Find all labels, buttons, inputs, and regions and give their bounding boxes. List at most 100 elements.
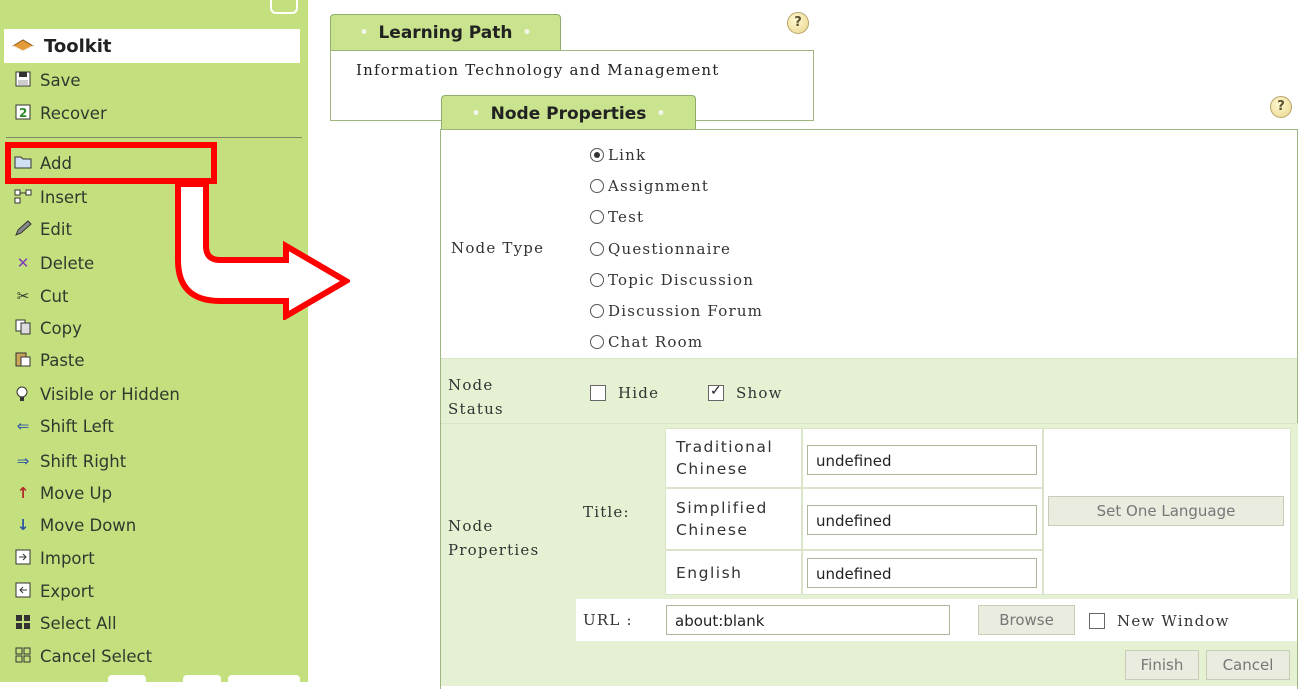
- browse-button[interactable]: Browse: [978, 605, 1075, 635]
- hide-checkbox-box[interactable]: [590, 385, 606, 401]
- copy-label: Copy: [40, 318, 82, 338]
- traditional-label-line2: Chinese: [676, 460, 749, 478]
- learning-path-help-icon[interactable]: ?: [787, 12, 809, 34]
- select-all-icon: [14, 614, 32, 632]
- show-label: Show: [736, 384, 783, 402]
- recover-label: Recover: [40, 103, 107, 123]
- shift-left-label: Shift Left: [40, 416, 114, 436]
- simplified-chinese-label: Simplified Chinese: [676, 497, 768, 541]
- copy-icon: [14, 319, 32, 337]
- radio-circle[interactable]: [590, 148, 604, 162]
- url-label: URL :: [583, 611, 633, 629]
- sidebar-top-handle[interactable]: [270, 0, 298, 14]
- cut-button[interactable]: ✂ Cut: [14, 282, 69, 310]
- tab-bullet-right: •: [656, 105, 666, 122]
- radio-questionnaire[interactable]: Questionnaire: [590, 240, 731, 258]
- sidebar-bottom-tab-3[interactable]: [228, 675, 300, 685]
- toolkit-books-icon: [12, 39, 34, 52]
- radio-chat-room-label: Chat Room: [608, 333, 704, 351]
- add-highlight-box: [5, 142, 217, 184]
- tab-node-properties[interactable]: • Node Properties •: [441, 95, 696, 131]
- radio-circle[interactable]: [590, 210, 604, 224]
- radio-discussion-forum[interactable]: Discussion Forum: [590, 302, 763, 320]
- title-traditional-input[interactable]: undefined: [807, 445, 1037, 475]
- insert-button[interactable]: Insert: [14, 183, 87, 211]
- url-input[interactable]: about:blank: [666, 605, 950, 635]
- cut-label: Cut: [40, 286, 69, 306]
- shift-right-button[interactable]: ⇒ Shift Right: [14, 447, 127, 475]
- simplified-label-line2: Chinese: [676, 521, 749, 539]
- simplified-label-line1: Simplified: [676, 499, 768, 517]
- save-button[interactable]: Save: [14, 66, 81, 94]
- recover-button[interactable]: 2 Recover: [14, 99, 107, 127]
- new-window-checkbox[interactable]: New Window: [1089, 612, 1230, 630]
- floppy-disk-icon: [14, 71, 32, 89]
- export-icon: [14, 582, 32, 600]
- radio-circle[interactable]: [590, 179, 604, 193]
- english-label: English: [676, 564, 743, 582]
- radio-circle[interactable]: [590, 335, 604, 349]
- traditional-label-line1: Traditional: [676, 438, 774, 456]
- arrow-down-icon: ↓: [16, 516, 30, 534]
- delete-button[interactable]: ✕ Delete: [14, 249, 95, 277]
- radio-test[interactable]: Test: [590, 208, 644, 226]
- title-english-input[interactable]: undefined: [807, 558, 1037, 588]
- select-all-button[interactable]: Select All: [14, 609, 117, 637]
- tab-learning-path[interactable]: • Learning Path •: [330, 14, 561, 50]
- hide-checkbox[interactable]: Hide: [590, 384, 659, 402]
- course-name: Information Technology and Management: [356, 61, 720, 79]
- delete-label: Delete: [40, 253, 95, 273]
- set-one-language-button[interactable]: Set One Language: [1048, 496, 1284, 526]
- row-divider: [441, 358, 1297, 359]
- radio-questionnaire-label: Questionnaire: [608, 240, 732, 258]
- export-label: Export: [40, 581, 95, 601]
- radio-link-label: Link: [608, 146, 647, 164]
- radio-circle[interactable]: [590, 242, 604, 256]
- edit-label: Edit: [40, 219, 72, 239]
- new-window-checkbox-box[interactable]: [1089, 613, 1105, 629]
- title-label: Title:: [583, 503, 630, 521]
- insert-label: Insert: [40, 187, 88, 207]
- radio-link[interactable]: Link: [590, 146, 646, 164]
- sidebar-bottom-tab-1[interactable]: [108, 675, 146, 685]
- title-simplified-input[interactable]: undefined: [807, 505, 1037, 535]
- node-type-label: Node Type: [451, 239, 545, 257]
- radio-topic-discussion[interactable]: Topic Discussion: [590, 271, 754, 289]
- radio-circle[interactable]: [590, 304, 604, 318]
- tab-bullet-left: •: [359, 24, 369, 41]
- node-status-label: Node Status: [448, 373, 504, 421]
- finish-button[interactable]: Finish: [1125, 650, 1199, 680]
- move-up-button[interactable]: ↑ Move Up: [14, 479, 112, 507]
- svg-text:2: 2: [19, 106, 27, 120]
- import-label: Import: [40, 548, 95, 568]
- import-icon: [14, 549, 32, 567]
- delete-x-icon: ✕: [16, 254, 30, 272]
- radio-assignment[interactable]: Assignment: [590, 177, 709, 195]
- copy-button[interactable]: Copy: [14, 314, 82, 342]
- show-checkbox-box[interactable]: [708, 383, 724, 401]
- sidebar-bottom-tab-2[interactable]: [183, 675, 221, 685]
- toolkit-sidebar: Toolkit Save 2 Recover Add Insert Edit ✕…: [0, 0, 308, 685]
- export-button[interactable]: Export: [14, 577, 94, 605]
- show-checkbox[interactable]: Show: [708, 383, 783, 402]
- radio-chat-room[interactable]: Chat Room: [590, 333, 703, 351]
- cancel-button[interactable]: Cancel: [1206, 650, 1290, 680]
- node-properties-help-icon[interactable]: ?: [1270, 96, 1292, 118]
- import-button[interactable]: Import: [14, 544, 95, 572]
- arrow-right-icon: ⇒: [16, 452, 30, 470]
- arrow-up-icon: ↑: [16, 484, 30, 502]
- cancel-select-icon: [14, 647, 32, 665]
- visible-hidden-button[interactable]: Visible or Hidden: [14, 380, 180, 408]
- move-down-button[interactable]: ↓ Move Down: [14, 511, 137, 539]
- paste-button[interactable]: Paste: [14, 346, 85, 374]
- node-properties-label-line1: Node: [448, 517, 494, 535]
- traditional-chinese-label: Traditional Chinese: [676, 436, 773, 480]
- shift-left-button[interactable]: ⇐ Shift Left: [14, 412, 114, 440]
- cancel-select-button[interactable]: Cancel Select: [14, 642, 152, 670]
- radio-test-label: Test: [608, 208, 645, 226]
- radio-assignment-label: Assignment: [608, 177, 710, 195]
- radio-circle[interactable]: [590, 273, 604, 287]
- edit-button[interactable]: Edit: [14, 215, 72, 243]
- new-window-label: New Window: [1117, 612, 1230, 630]
- paste-label: Paste: [40, 350, 85, 370]
